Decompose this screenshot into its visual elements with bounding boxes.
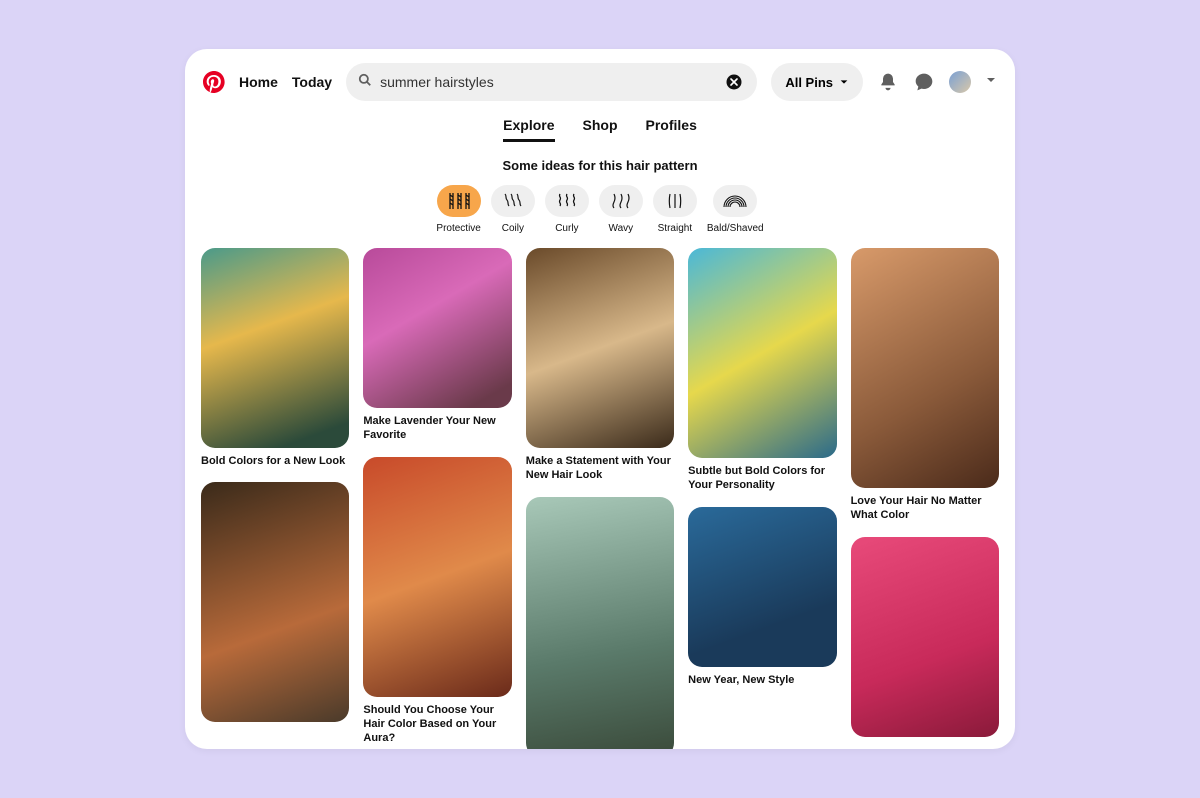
notifications-icon[interactable] <box>877 71 899 93</box>
pin[interactable]: Should You Choose Your Hair Color Based … <box>363 457 511 746</box>
pin-image <box>688 507 836 667</box>
pin-title: Love Your Hair No Matter What Color <box>851 494 999 523</box>
search-input[interactable] <box>380 74 723 90</box>
messages-icon[interactable] <box>913 71 935 93</box>
pattern-chip <box>599 185 643 217</box>
search-icon <box>358 73 372 92</box>
pin[interactable] <box>851 537 999 737</box>
pattern-label: Straight <box>658 223 692 234</box>
pin-title: Bold Colors for a New Look <box>201 454 349 468</box>
pattern-protective[interactable]: Protective <box>436 185 480 234</box>
pattern-label: Bald/Shaved <box>707 223 764 234</box>
pin-image <box>363 248 511 408</box>
tab-profiles[interactable]: Profiles <box>646 117 697 142</box>
pattern-curly[interactable]: Curly <box>545 185 589 234</box>
section-subtitle: Some ideas for this hair pattern <box>185 158 1015 173</box>
avatar[interactable] <box>949 71 971 93</box>
app-window: Home Today All Pins Explore Shop <box>185 49 1015 749</box>
pattern-coily[interactable]: Coily <box>491 185 535 234</box>
tab-explore[interactable]: Explore <box>503 117 554 142</box>
pattern-chip <box>491 185 535 217</box>
pin[interactable] <box>201 482 349 722</box>
pattern-label: Protective <box>436 223 480 234</box>
pattern-chip <box>653 185 697 217</box>
pin-image <box>851 248 999 488</box>
tab-shop[interactable]: Shop <box>583 117 618 142</box>
search-tabs: Explore Shop Profiles <box>185 117 1015 142</box>
pin-title: New Year, New Style <box>688 673 836 687</box>
topbar: Home Today All Pins <box>185 49 1015 111</box>
pin-grid: Bold Colors for a New Look Make Lavender … <box>201 248 999 749</box>
pin[interactable] <box>526 497 674 749</box>
pin-title: Should You Choose Your Hair Color Based … <box>363 703 511 746</box>
pin-image <box>526 248 674 448</box>
pattern-label: Wavy <box>609 223 634 234</box>
pin-title: Make Lavender Your New Favorite <box>363 414 511 443</box>
pin-image <box>688 248 836 458</box>
filter-all-pins[interactable]: All Pins <box>771 63 863 101</box>
nav-today[interactable]: Today <box>292 74 332 90</box>
results-area: Bold Colors for a New Look Make Lavender … <box>185 248 1015 749</box>
pin[interactable]: Make a Statement with Your New Hair Look <box>526 248 674 483</box>
pin[interactable]: Bold Colors for a New Look <box>201 248 349 468</box>
pinterest-logo-icon[interactable] <box>203 71 225 93</box>
chevron-down-icon <box>839 77 849 87</box>
pin[interactable]: Subtle but Bold Colors for Your Personal… <box>688 248 836 493</box>
pin-title: Make a Statement with Your New Hair Look <box>526 454 674 483</box>
pin-image <box>526 497 674 749</box>
pin-image <box>363 457 511 697</box>
pin-image <box>201 482 349 722</box>
filter-label: All Pins <box>785 75 833 90</box>
pattern-label: Curly <box>555 223 578 234</box>
pattern-chip <box>437 185 481 217</box>
pin-image <box>851 537 999 737</box>
pin[interactable]: New Year, New Style <box>688 507 836 687</box>
pattern-chip <box>713 185 757 217</box>
nav-home[interactable]: Home <box>239 74 278 90</box>
pin[interactable]: Make Lavender Your New Favorite <box>363 248 511 443</box>
pattern-wavy[interactable]: Wavy <box>599 185 643 234</box>
account-chevron-icon[interactable] <box>985 73 997 91</box>
pattern-straight[interactable]: Straight <box>653 185 697 234</box>
pin-title: Subtle but Bold Colors for Your Personal… <box>688 464 836 493</box>
pin[interactable]: Love Your Hair No Matter What Color <box>851 248 999 523</box>
pattern-chip <box>545 185 589 217</box>
pattern-label: Coily <box>502 223 524 234</box>
clear-search-icon[interactable] <box>723 71 745 93</box>
search-bar[interactable] <box>346 63 757 101</box>
hair-pattern-filters: Protective Coily Curly Wavy Straight Bald/Sha… <box>185 185 1015 234</box>
pin-image <box>201 248 349 448</box>
pattern-baldshaved[interactable]: Bald/Shaved <box>707 185 764 234</box>
